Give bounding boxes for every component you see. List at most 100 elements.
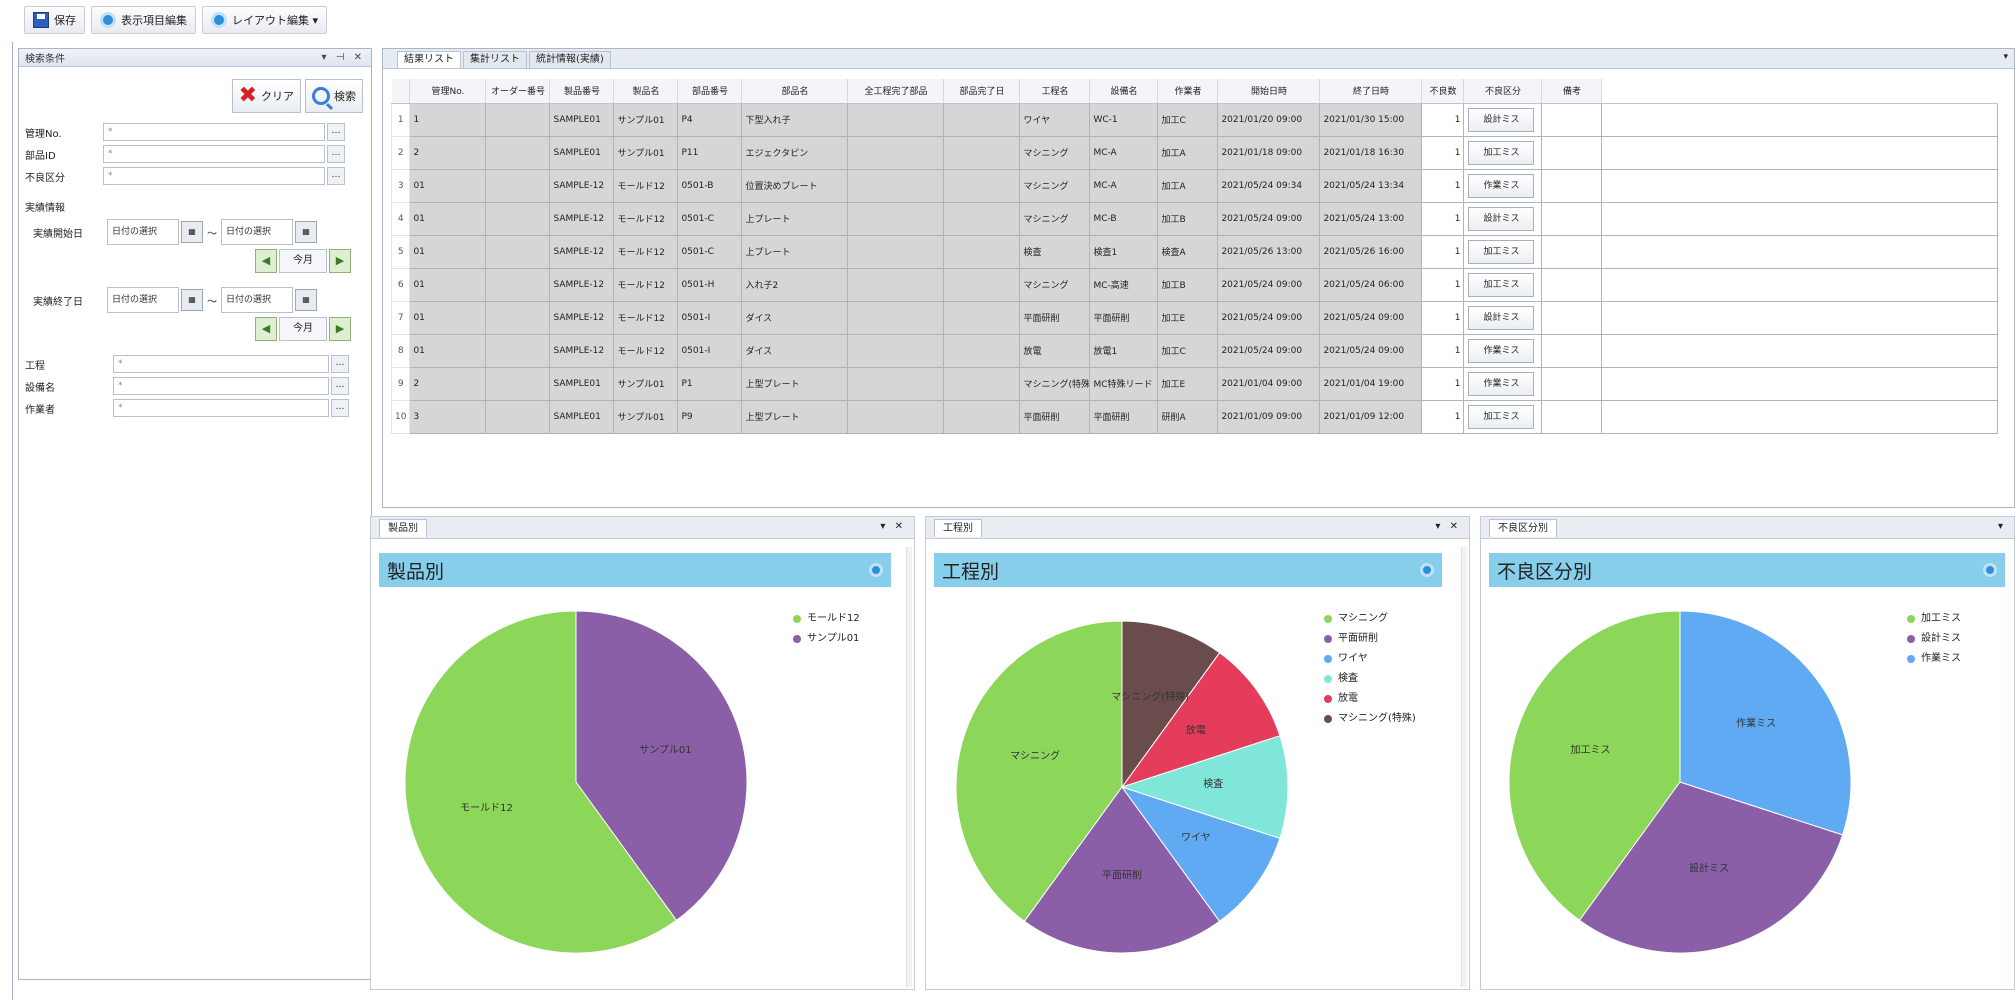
column-header[interactable]: 部品番号: [677, 79, 743, 104]
table-cell[interactable]: 1: [1421, 366, 1465, 401]
table-cell[interactable]: 加工E: [1157, 300, 1219, 335]
table-cell[interactable]: [847, 201, 945, 236]
table-cell[interactable]: 加工E: [1157, 366, 1219, 401]
table-cell[interactable]: MC-高速: [1089, 267, 1159, 302]
table-cell[interactable]: モールド12: [613, 168, 679, 203]
table-cell[interactable]: モールド12: [613, 300, 679, 335]
column-header[interactable]: 製品番号: [549, 79, 615, 104]
legend-item[interactable]: マシニング(特殊): [1324, 709, 1416, 729]
defect-type-button[interactable]: 作業ミス: [1468, 371, 1535, 396]
ellipsis-button[interactable]: …: [331, 355, 349, 373]
table-row[interactable]: 8 01 SAMPLE-12 モールド12 0501-I ダイス 放電 放電1 加工C 2021/…: [390, 333, 1999, 368]
table-cell[interactable]: モールド12: [613, 234, 679, 269]
table-cell[interactable]: [847, 234, 945, 269]
table-cell[interactable]: SAMPLE-12: [549, 333, 615, 368]
legend-item[interactable]: モールド12: [793, 609, 860, 629]
table-cell[interactable]: 加工C: [1157, 333, 1219, 368]
table-cell[interactable]: 上プレート: [741, 201, 849, 236]
tab-statistics[interactable]: 統計情報(実績): [529, 51, 611, 68]
table-cell[interactable]: ワイヤ: [1019, 102, 1091, 137]
legend-item[interactable]: 検査: [1324, 669, 1416, 689]
ellipsis-button[interactable]: …: [327, 123, 345, 141]
table-cell[interactable]: 01: [409, 234, 487, 269]
defect-type-button[interactable]: 作業ミス: [1468, 338, 1535, 363]
table-cell[interactable]: マシニング: [1019, 267, 1091, 302]
table-cell[interactable]: MC-B: [1089, 201, 1159, 236]
display-items-button[interactable]: 表示項目編集: [91, 6, 196, 34]
table-cell[interactable]: 01: [409, 168, 487, 203]
column-header[interactable]: 開始日時: [1217, 79, 1321, 104]
table-cell[interactable]: [847, 168, 945, 203]
table-cell[interactable]: サンプル01: [613, 399, 679, 434]
table-cell[interactable]: 2021/05/24 06:00: [1319, 267, 1423, 302]
table-cell[interactable]: [485, 234, 551, 269]
defect-type-button[interactable]: 加工ミス: [1468, 272, 1535, 297]
table-cell[interactable]: 2021/01/18 16:30: [1319, 135, 1423, 170]
table-cell[interactable]: SAMPLE-12: [549, 267, 615, 302]
table-cell[interactable]: 入れ子2: [741, 267, 849, 302]
table-cell[interactable]: P4: [677, 102, 743, 137]
table-cell[interactable]: [1541, 399, 1603, 434]
legend-item[interactable]: マシニング: [1324, 609, 1416, 629]
table-cell[interactable]: [485, 135, 551, 170]
tab-result-list[interactable]: 結果リスト: [397, 51, 461, 68]
column-header[interactable]: 工程名: [1019, 79, 1091, 104]
table-cell[interactable]: [847, 333, 945, 368]
table-cell[interactable]: 平面研削: [1089, 399, 1159, 434]
table-cell[interactable]: [943, 201, 1021, 236]
table-cell[interactable]: 2021/05/26 13:00: [1217, 234, 1321, 269]
table-cell[interactable]: [485, 102, 551, 137]
table-cell[interactable]: [1541, 333, 1603, 368]
table-cell[interactable]: ダイス: [741, 333, 849, 368]
scrollbar[interactable]: [1461, 547, 1467, 987]
table-row[interactable]: 6 01 SAMPLE-12 モールド12 0501-H 入れ子2 マシニング MC-高速 加工…: [390, 267, 1999, 302]
table-cell[interactable]: 1: [1421, 267, 1465, 302]
table-cell[interactable]: 2021/05/24 09:34: [1217, 168, 1321, 203]
table-cell[interactable]: 検査A: [1157, 234, 1219, 269]
legend-item[interactable]: ワイヤ: [1324, 649, 1416, 669]
table-cell[interactable]: 2021/01/18 09:00: [1217, 135, 1321, 170]
table-cell[interactable]: 設計ミス: [1463, 201, 1543, 236]
table-row[interactable]: 2 2 SAMPLE01 サンプル01 P11 エジェクタピン マシニング MC-A 加工A 20…: [390, 135, 1999, 170]
table-cell[interactable]: [1541, 201, 1603, 236]
table-cell[interactable]: SAMPLE01: [549, 102, 615, 137]
gear-icon[interactable]: [1420, 563, 1434, 577]
table-cell[interactable]: 1: [409, 102, 487, 137]
table-cell[interactable]: [1541, 300, 1603, 335]
table-cell[interactable]: 2021/01/04 19:00: [1319, 366, 1423, 401]
part-id-input[interactable]: *: [103, 145, 325, 163]
column-header[interactable]: 部品名: [741, 79, 849, 104]
table-cell[interactable]: サンプル01: [613, 102, 679, 137]
table-cell[interactable]: 3: [409, 399, 487, 434]
table-cell[interactable]: マシニング: [1019, 135, 1091, 170]
table-cell[interactable]: [1541, 102, 1603, 137]
next-month-button[interactable]: ▶: [329, 249, 351, 273]
table-cell[interactable]: SAMPLE-12: [549, 300, 615, 335]
table-cell[interactable]: 01: [409, 333, 487, 368]
ellipsis-button[interactable]: …: [331, 399, 349, 417]
table-cell[interactable]: SAMPLE-12: [549, 234, 615, 269]
table-cell[interactable]: 検査: [1019, 234, 1091, 269]
table-row[interactable]: 1 1 SAMPLE01 サンプル01 P4 下型入れ子 ワイヤ WC-1 加工C 2021/01…: [390, 102, 1999, 137]
table-cell[interactable]: P11: [677, 135, 743, 170]
table-cell[interactable]: 2021/05/24 13:34: [1319, 168, 1423, 203]
table-cell[interactable]: 2021/01/20 09:00: [1217, 102, 1321, 137]
table-cell[interactable]: 設計ミス: [1463, 300, 1543, 335]
table-cell[interactable]: 2021/05/24 09:00: [1319, 333, 1423, 368]
ellipsis-button[interactable]: …: [327, 167, 345, 185]
table-cell[interactable]: 2021/05/24 13:00: [1319, 201, 1423, 236]
tab-product[interactable]: 製品別: [379, 519, 427, 537]
this-month-button[interactable]: 今月: [279, 317, 327, 341]
start-date-to[interactable]: 日付の選択: [221, 219, 293, 245]
table-cell[interactable]: SAMPLE-12: [549, 168, 615, 203]
table-cell[interactable]: 加工ミス: [1463, 135, 1543, 170]
table-cell[interactable]: 0501-H: [677, 267, 743, 302]
table-cell[interactable]: エジェクタピン: [741, 135, 849, 170]
defect-type-button[interactable]: 設計ミス: [1468, 305, 1535, 330]
table-row[interactable]: 10 3 SAMPLE01 サンプル01 P9 上型プレート 平面研削 平面研削 研削A 2021…: [390, 399, 1999, 434]
panel-controls[interactable]: ▾: [1998, 521, 2006, 532]
next-month-button[interactable]: ▶: [329, 317, 351, 341]
column-header[interactable]: 作業者: [1157, 79, 1219, 104]
layout-edit-button[interactable]: レイアウト編集 ▾: [202, 6, 328, 34]
column-header[interactable]: オーダー番号: [485, 79, 551, 104]
